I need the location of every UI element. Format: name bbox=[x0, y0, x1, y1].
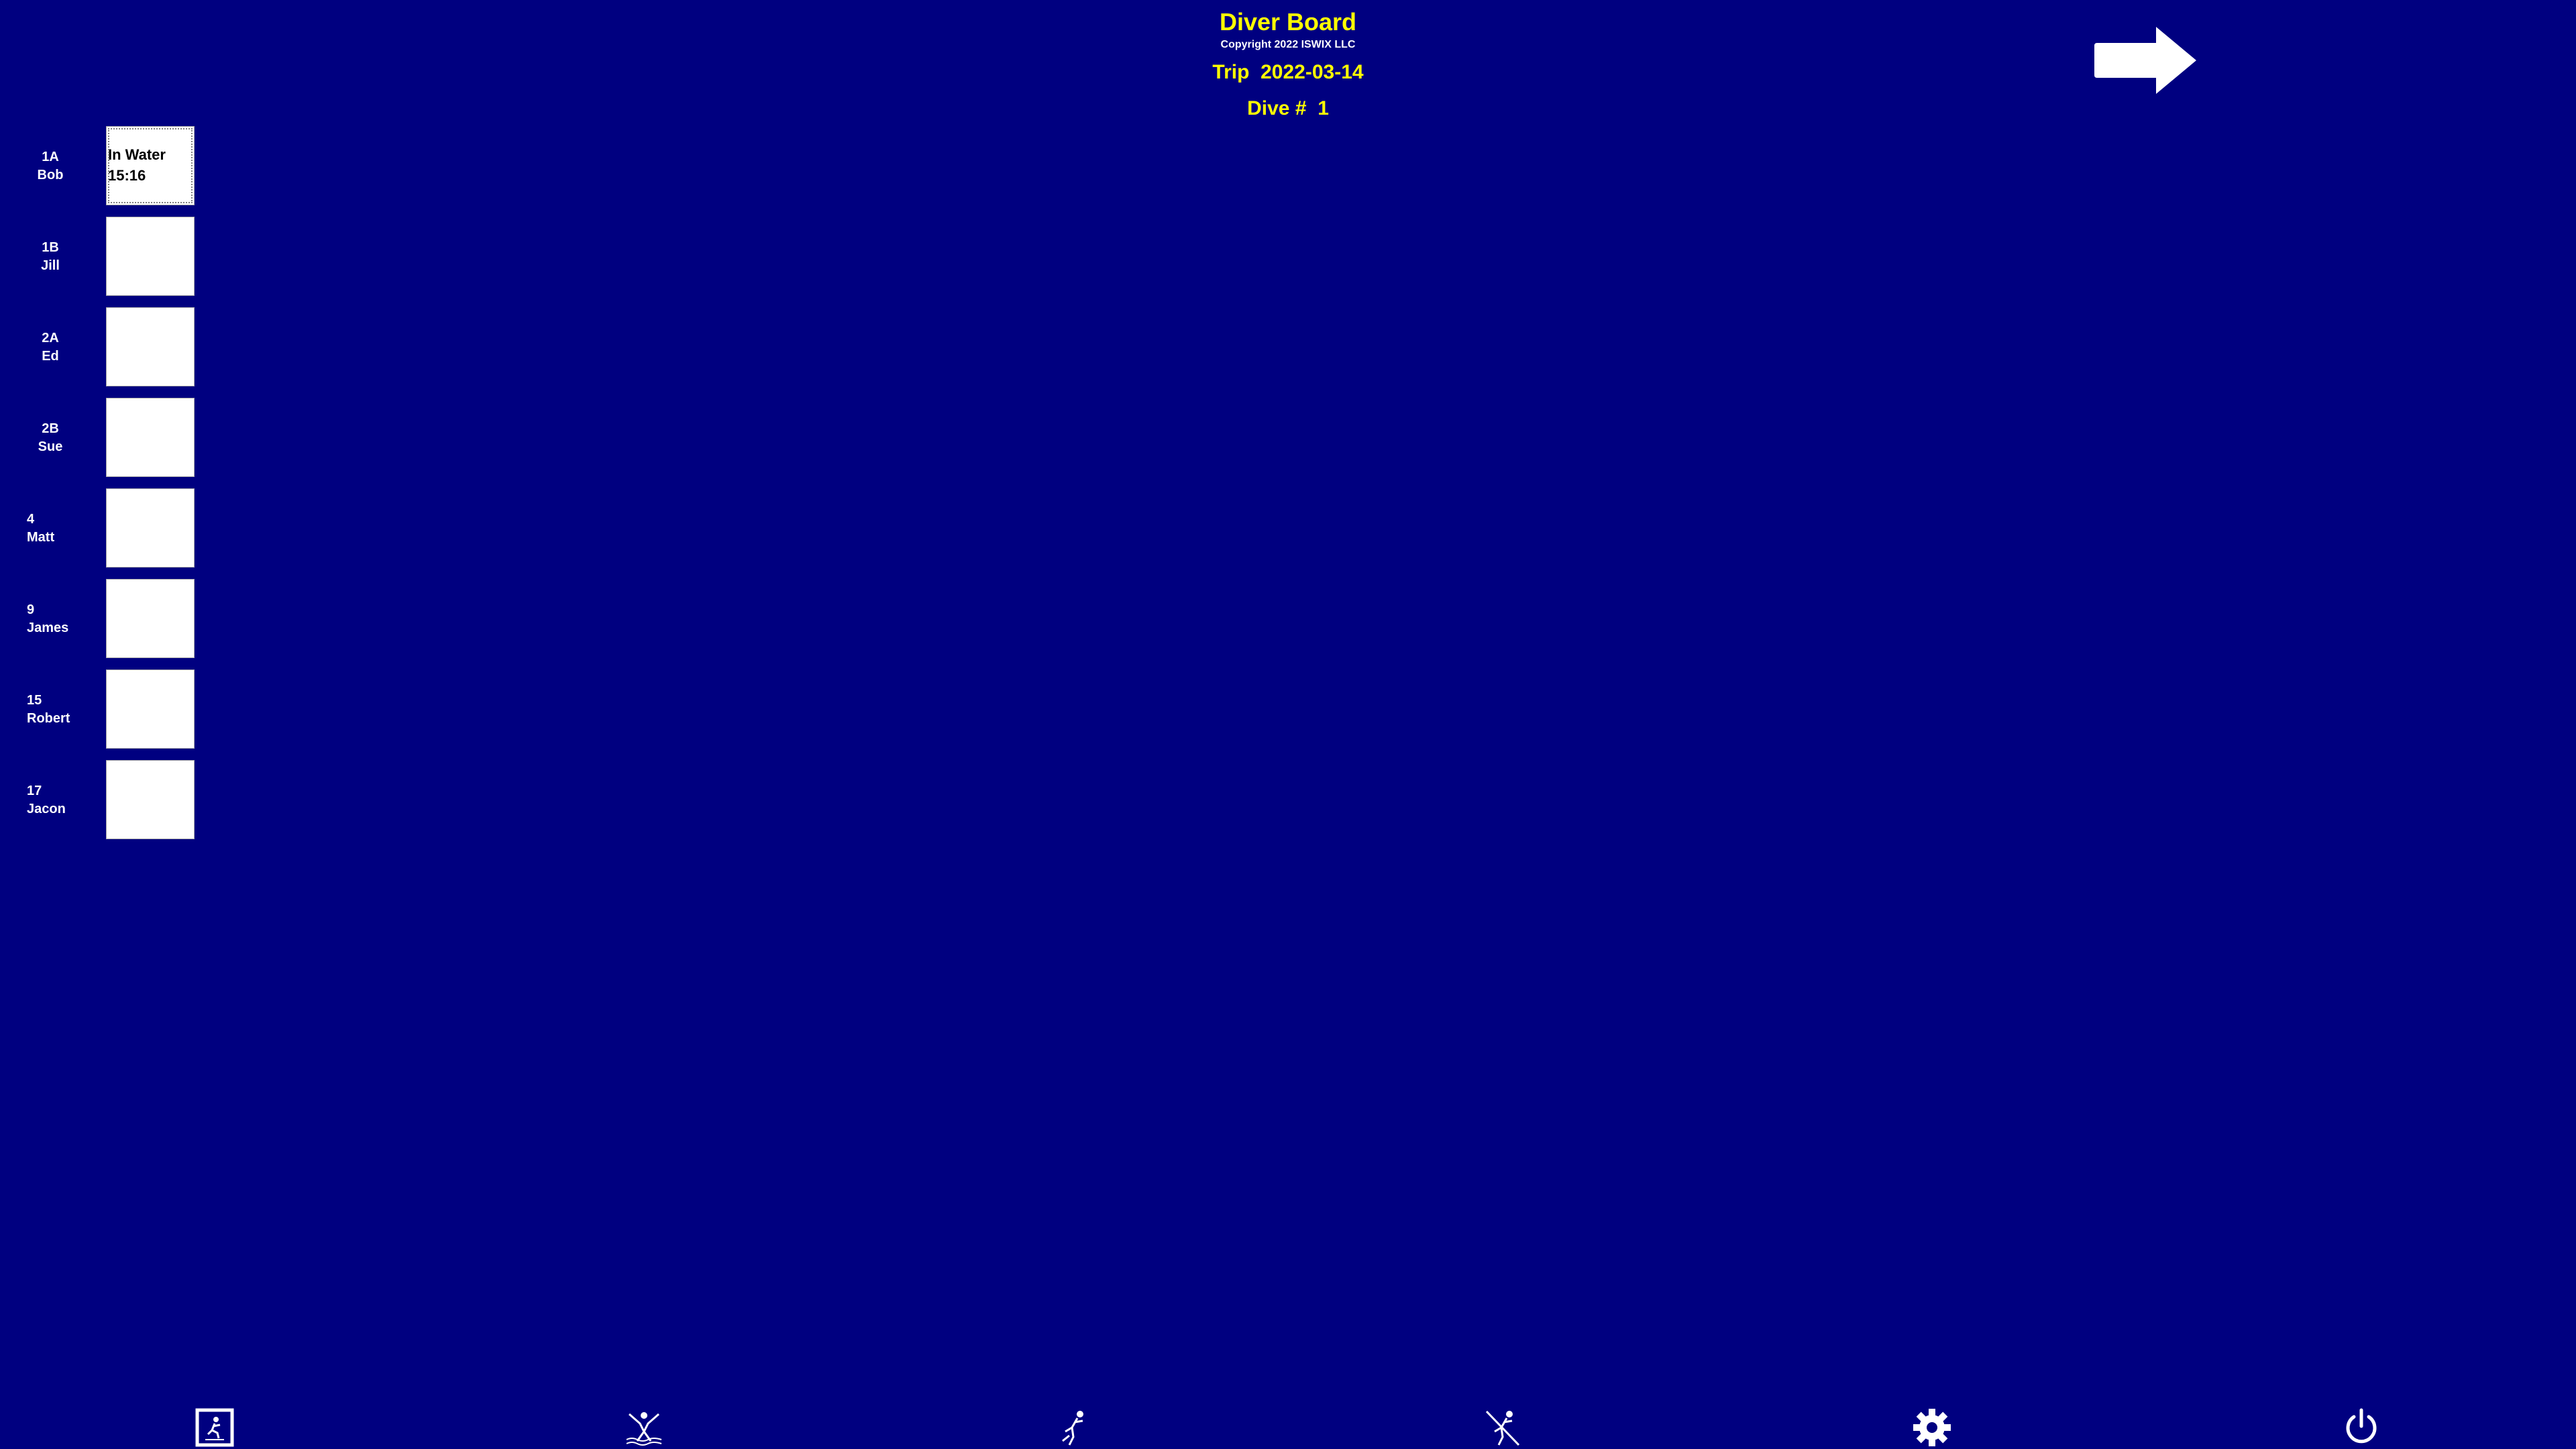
diver-status-button[interactable] bbox=[106, 760, 195, 839]
diver-name: Bob bbox=[37, 168, 64, 182]
diver-row: 2B Sue bbox=[0, 398, 201, 478]
diver-in-button[interactable] bbox=[624, 1407, 664, 1448]
diver-status-button[interactable] bbox=[106, 488, 195, 568]
dive-log-icon bbox=[195, 1408, 234, 1447]
diver-name: Robert bbox=[27, 711, 70, 726]
diver-row: 4 Matt bbox=[0, 488, 201, 569]
diver-row: 9 James bbox=[0, 579, 201, 659]
diver-name: Jacon bbox=[27, 802, 66, 816]
diver-id: 1B bbox=[42, 240, 59, 255]
diver-status-button[interactable] bbox=[106, 307, 195, 386]
diver-board-window: Diver Board Copyright 2022 ISWIX LLC Tri… bbox=[0, 0, 2576, 1449]
diver-row: 2A Ed bbox=[0, 307, 201, 388]
diver-id: 1A bbox=[42, 150, 59, 164]
diver-id: 17 bbox=[27, 784, 42, 798]
diver-id: 2B bbox=[42, 421, 59, 436]
diver-label: 9 James bbox=[20, 579, 80, 659]
diver-id: 15 bbox=[27, 693, 42, 708]
diver-status-text: In Water bbox=[108, 146, 166, 163]
diver-surface-icon bbox=[1485, 1410, 1520, 1446]
diver-label: 15 Robert bbox=[20, 669, 80, 750]
diver-row: 1A Bob In Water 15:16 bbox=[0, 126, 201, 207]
diver-status-time: 15:16 bbox=[108, 167, 146, 184]
diver-name: Matt bbox=[27, 530, 55, 545]
trip-info: Trip 2022-03-14 bbox=[1087, 59, 1489, 86]
next-arrow-button[interactable] bbox=[2092, 25, 2199, 95]
trip-date: 2022-03-14 bbox=[1260, 61, 1364, 83]
diver-id: 9 bbox=[27, 602, 35, 617]
diver-id: 4 bbox=[27, 512, 35, 527]
app-title: Diver Board bbox=[1219, 8, 1357, 36]
settings-button[interactable] bbox=[1912, 1407, 1952, 1448]
diver-name: Ed bbox=[42, 349, 59, 364]
diver-status-button[interactable] bbox=[106, 398, 195, 477]
power-button[interactable] bbox=[2341, 1407, 2381, 1448]
diver-label: 1A Bob bbox=[20, 126, 80, 207]
diver-name: James bbox=[27, 621, 69, 635]
dive-label: Dive # bbox=[1247, 97, 1307, 119]
diver-out-icon bbox=[1062, 1411, 1083, 1446]
diver-status-button[interactable] bbox=[106, 579, 195, 658]
dive-number: 1 bbox=[1318, 97, 1329, 119]
diver-row: 17 Jacon bbox=[0, 760, 201, 841]
diver-label: 4 Matt bbox=[20, 488, 80, 569]
diver-name: Sue bbox=[38, 439, 63, 454]
diver-label: 1B Jill bbox=[20, 217, 80, 297]
trip-label: Trip bbox=[1212, 61, 1250, 83]
diver-row: 1B Jill bbox=[0, 217, 201, 297]
diver-out-button[interactable] bbox=[1053, 1407, 1093, 1448]
diver-label: 2B Sue bbox=[20, 398, 80, 478]
gear-icon bbox=[1913, 1409, 1951, 1446]
dive-log-button[interactable] bbox=[195, 1407, 235, 1448]
diver-status-button[interactable] bbox=[106, 669, 195, 749]
diver-in-icon bbox=[626, 1412, 662, 1446]
diver-name: Jill bbox=[41, 258, 60, 273]
power-icon bbox=[2346, 1408, 2377, 1444]
diver-label: 17 Jacon bbox=[20, 760, 80, 841]
diver-label: 2A Ed bbox=[20, 307, 80, 388]
copyright-text: Copyright 2022 ISWIX LLC bbox=[1220, 39, 1356, 50]
diver-id: 2A bbox=[42, 331, 59, 345]
diver-status-button[interactable] bbox=[106, 217, 195, 296]
diver-status-button[interactable]: In Water 15:16 bbox=[106, 126, 195, 205]
diver-row: 15 Robert bbox=[0, 669, 201, 750]
right-arrow-icon bbox=[2094, 27, 2196, 94]
diver-surface-button[interactable] bbox=[1483, 1407, 1523, 1448]
dive-info: Dive # 1 bbox=[1087, 95, 1489, 122]
